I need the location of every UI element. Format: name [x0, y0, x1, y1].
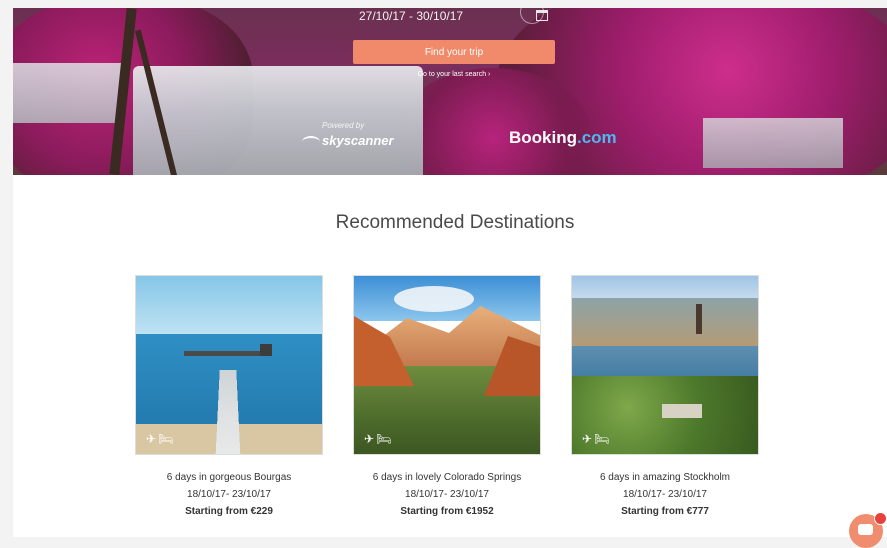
bed-icon: 🛏 — [376, 432, 394, 446]
skyscanner-icon — [302, 135, 320, 148]
skyscanner-wordmark: skyscanner — [322, 133, 394, 148]
destination-photo[interactable]: ✈🛏 — [135, 275, 323, 455]
find-trip-button[interactable]: Find your trip — [353, 40, 555, 64]
plane-icon: ✈ — [364, 432, 377, 446]
bed-icon: 🛏 — [594, 432, 612, 446]
date-range-value: 27/10/17 - 30/10/17 — [359, 9, 464, 23]
destination-dates: 18/10/17- 23/10/17 — [187, 489, 271, 500]
booking-wordmark: Booking — [509, 128, 577, 147]
trip-type-icons: ✈🛏 — [146, 432, 175, 446]
destination-photo[interactable]: ✈🛏 — [571, 275, 759, 455]
hero-banner: 27/10/17 - 30/10/17 Find your trip Go to… — [13, 8, 887, 175]
skyscanner-logo: skyscanner — [302, 133, 394, 148]
bed-icon: 🛏 — [158, 432, 176, 446]
calendar-icon[interactable] — [536, 10, 548, 21]
date-range-field[interactable]: 27/10/17 - 30/10/17 — [352, 8, 556, 25]
trip-type-icons: ✈🛏 — [582, 432, 611, 446]
section-title: Recommended Destinations — [335, 212, 575, 233]
hero-waterfall — [133, 66, 423, 175]
hero-waterfall — [13, 63, 123, 123]
page: 27/10/17 - 30/10/17 Find your trip Go to… — [13, 8, 887, 537]
booking-suffix: .com — [577, 128, 617, 147]
trip-type-icons: ✈🛏 — [364, 432, 393, 446]
destination-price: Starting from €1952 — [400, 506, 494, 517]
powered-by-label: Powered by — [322, 121, 365, 130]
chat-icon — [858, 524, 873, 535]
destination-card-stockholm[interactable]: ✈🛏 6 days in amazing Stockholm 18/10/17-… — [571, 275, 759, 520]
destination-card-colorado-springs[interactable]: ✈🛏 6 days in lovely Colorado Springs 18/… — [353, 275, 541, 520]
notification-badge — [874, 512, 887, 525]
plane-icon: ✈ — [146, 432, 159, 446]
destination-price: Starting from €777 — [621, 506, 709, 517]
destination-photo[interactable]: ✈🛏 — [353, 275, 541, 455]
plane-icon: ✈ — [582, 432, 595, 446]
chat-button[interactable] — [849, 512, 887, 548]
destination-title[interactable]: 6 days in gorgeous Bourgas — [135, 469, 323, 486]
hero-water — [703, 118, 843, 168]
destination-card-bourgas[interactable]: ✈🛏 6 days in gorgeous Bourgas 18/10/17- … — [135, 275, 323, 520]
last-search-link[interactable]: Go to your last search › — [353, 71, 555, 78]
destination-dates: 18/10/17- 23/10/17 — [623, 489, 707, 500]
destination-title[interactable]: 6 days in amazing Stockholm — [571, 469, 759, 486]
destination-price: Starting from €229 — [185, 506, 273, 517]
destination-dates: 18/10/17- 23/10/17 — [405, 489, 489, 500]
booking-logo: Booking.com — [509, 128, 617, 148]
destination-title[interactable]: 6 days in lovely Colorado Springs — [353, 469, 541, 486]
